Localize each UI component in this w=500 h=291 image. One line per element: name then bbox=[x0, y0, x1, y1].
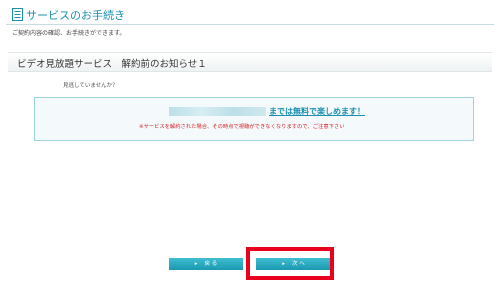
free-period-link[interactable]: までは無料で楽しめます！ bbox=[269, 106, 365, 117]
page-title: サービスのお手続き bbox=[26, 9, 125, 22]
question-text: 見逃していませんか？ bbox=[63, 83, 118, 89]
next-button-highlight-frame bbox=[246, 247, 334, 280]
page-header: サービスのお手続き bbox=[6, 5, 494, 25]
cancellation-warning: ※サービスを解約された場合、その時点で視聴ができなくなりますので、ご注意下さい bbox=[139, 124, 345, 130]
section-title: ビデオ見放題サービス 解約前のお知らせ１ bbox=[17, 59, 207, 70]
redacted-date bbox=[169, 107, 266, 116]
document-list-icon bbox=[12, 8, 23, 21]
notice-box: までは無料で楽しめます！ ※サービスを解約された場合、その時点で視聴ができなくな… bbox=[34, 97, 474, 141]
triangle-right-icon: ▸ bbox=[194, 261, 198, 267]
back-button[interactable]: ▸ 戻 る bbox=[169, 258, 243, 270]
section-header: ビデオ見放題サービス 解約前のお知らせ１ bbox=[8, 52, 492, 72]
back-button-label: 戻 る bbox=[204, 261, 218, 267]
page-subtitle: ご契約内容の確認、お手続きができます。 bbox=[12, 30, 126, 37]
